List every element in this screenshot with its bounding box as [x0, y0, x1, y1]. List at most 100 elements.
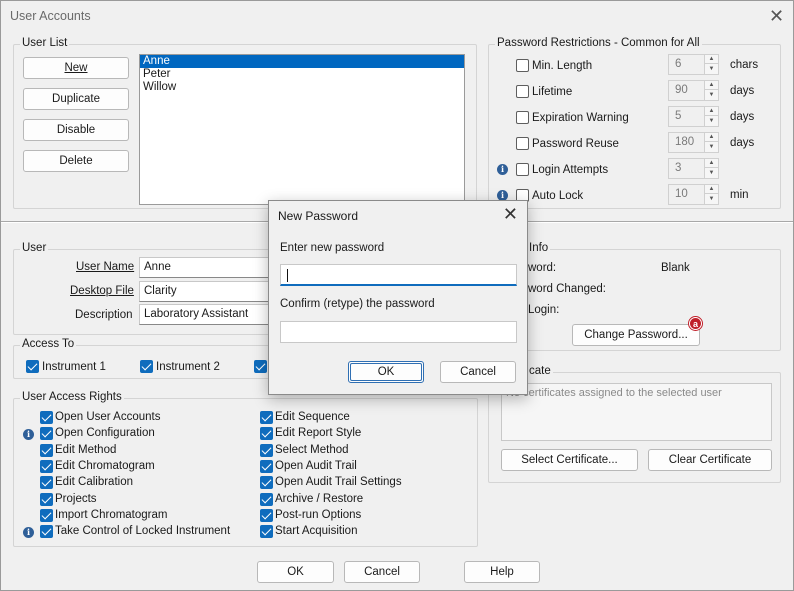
- new-user-button[interactable]: New: [23, 57, 129, 79]
- password-value: Blank: [661, 262, 690, 274]
- desktop-file-field[interactable]: Clarity: [139, 281, 279, 302]
- restriction-value-field[interactable]: 10: [668, 184, 705, 205]
- access-right-checkbox[interactable]: [40, 476, 53, 489]
- delete-user-button[interactable]: Delete: [23, 150, 129, 172]
- last-login-label: Login:: [528, 304, 560, 316]
- select-certificate-button[interactable]: Select Certificate...: [501, 449, 638, 471]
- instrument-2-label: Instrument 2: [156, 361, 220, 373]
- duplicate-user-button[interactable]: Duplicate: [23, 88, 129, 110]
- disable-user-button[interactable]: Disable: [23, 119, 129, 141]
- user-legend: User: [20, 242, 49, 254]
- spin-buttons[interactable]: ▲ ▼: [704, 132, 719, 153]
- user-name-label: User Name: [76, 261, 135, 273]
- spin-up-icon[interactable]: ▲: [705, 107, 718, 116]
- access-rights-legend: User Access Rights: [20, 391, 124, 403]
- access-right-checkbox[interactable]: [260, 493, 273, 506]
- access-right-checkbox[interactable]: [260, 427, 273, 440]
- access-right-checkbox[interactable]: [40, 493, 53, 506]
- description-label: Description: [75, 309, 133, 321]
- spin-up-icon[interactable]: ▲: [705, 159, 718, 168]
- instrument-1-label: Instrument 1: [42, 361, 106, 373]
- access-right-label: Edit Sequence: [275, 411, 350, 423]
- change-password-button[interactable]: Change Password...: [572, 324, 700, 346]
- instrument-2-checkbox[interactable]: [140, 360, 153, 373]
- spin-down-icon[interactable]: ▼: [705, 169, 718, 178]
- access-right-label: Open Configuration: [55, 427, 155, 439]
- access-right-label: Projects: [55, 493, 97, 505]
- access-to-legend: Access To: [20, 338, 77, 350]
- restriction-checkbox[interactable]: [516, 137, 529, 150]
- access-right-checkbox[interactable]: [40, 444, 53, 457]
- description-field[interactable]: Laboratory Assistant: [139, 304, 279, 325]
- restriction-checkbox[interactable]: [516, 163, 529, 176]
- spin-down-icon[interactable]: ▼: [705, 65, 718, 74]
- spin-up-icon[interactable]: ▲: [705, 55, 718, 64]
- instrument-3-checkbox[interactable]: [254, 360, 267, 373]
- restriction-checkbox[interactable]: [516, 59, 529, 72]
- access-right-checkbox[interactable]: [260, 460, 273, 473]
- access-right-checkbox[interactable]: [40, 460, 53, 473]
- restriction-value-field[interactable]: 90: [668, 80, 705, 101]
- access-right-checkbox[interactable]: [260, 411, 273, 424]
- spin-down-icon[interactable]: ▼: [705, 143, 718, 152]
- certificate-list[interactable]: No certificates assigned to the selected…: [501, 383, 772, 441]
- close-icon[interactable]: ✕: [769, 7, 784, 25]
- list-item[interactable]: Willow: [140, 81, 464, 94]
- access-right-checkbox[interactable]: [260, 525, 273, 538]
- restriction-value-field[interactable]: 180: [668, 132, 705, 153]
- spin-buttons[interactable]: ▲ ▼: [704, 106, 719, 127]
- spin-up-icon[interactable]: ▲: [705, 185, 718, 194]
- desktop-file-label: Desktop File: [70, 285, 134, 297]
- dialog-ok-button[interactable]: OK: [348, 361, 424, 383]
- restriction-unit: days: [730, 85, 755, 97]
- new-password-input[interactable]: [280, 264, 517, 286]
- user-listbox[interactable]: Anne Peter Willow: [139, 54, 465, 205]
- dialog-close-icon[interactable]: ✕: [503, 205, 518, 223]
- cancel-button[interactable]: Cancel: [344, 561, 420, 583]
- spin-down-icon[interactable]: ▼: [705, 195, 718, 204]
- spin-buttons[interactable]: ▲ ▼: [704, 54, 719, 75]
- access-right-checkbox[interactable]: [40, 427, 53, 440]
- access-right-checkbox[interactable]: [260, 476, 273, 489]
- list-item[interactable]: Peter: [140, 68, 464, 81]
- spin-up-icon[interactable]: ▲: [705, 81, 718, 90]
- spin-buttons[interactable]: ▲ ▼: [704, 158, 719, 179]
- restriction-label: Auto Lock: [532, 190, 584, 202]
- access-right-checkbox[interactable]: [40, 411, 53, 424]
- access-right-checkbox[interactable]: [260, 509, 273, 522]
- spin-buttons[interactable]: ▲ ▼: [704, 80, 719, 101]
- spin-up-icon[interactable]: ▲: [705, 133, 718, 142]
- info-icon: i: [23, 527, 34, 538]
- title-bar: User Accounts ✕: [1, 1, 793, 33]
- access-right-checkbox[interactable]: [40, 525, 53, 538]
- confirm-password-input[interactable]: [280, 321, 517, 343]
- access-right-label: Post-run Options: [275, 509, 362, 521]
- ok-button[interactable]: OK: [257, 561, 334, 583]
- new-password-dialog: New Password ✕ Enter new password Confir…: [268, 200, 528, 395]
- spin-down-icon[interactable]: ▼: [705, 117, 718, 126]
- access-right-label: Open Audit Trail: [275, 460, 357, 472]
- spin-down-icon[interactable]: ▼: [705, 91, 718, 100]
- restriction-unit: chars: [730, 59, 759, 71]
- window-title: User Accounts: [10, 9, 91, 23]
- user-accounts-window: User Accounts ✕ User List New Duplicate …: [0, 0, 794, 591]
- access-right-label: Start Acquisition: [275, 525, 358, 537]
- restriction-value-field[interactable]: 3: [668, 158, 705, 179]
- instrument-1-checkbox[interactable]: [26, 360, 39, 373]
- restriction-value-field[interactable]: 6: [668, 54, 705, 75]
- access-right-label: Edit Method: [55, 444, 117, 456]
- spin-buttons[interactable]: ▲ ▼: [704, 184, 719, 205]
- help-button[interactable]: Help: [464, 561, 540, 583]
- password-changed-label: word Changed:: [528, 283, 606, 295]
- restriction-checkbox[interactable]: [516, 111, 529, 124]
- access-right-label: Import Chromatogram: [55, 509, 168, 521]
- list-item[interactable]: Anne: [140, 55, 464, 68]
- restriction-checkbox[interactable]: [516, 85, 529, 98]
- clear-certificate-button[interactable]: Clear Certificate: [648, 449, 772, 471]
- access-right-checkbox[interactable]: [40, 509, 53, 522]
- user-name-field[interactable]: Anne: [139, 257, 279, 278]
- restriction-value-field[interactable]: 5: [668, 106, 705, 127]
- access-right-checkbox[interactable]: [260, 444, 273, 457]
- access-right-label: Open Audit Trail Settings: [275, 476, 402, 488]
- dialog-cancel-button[interactable]: Cancel: [440, 361, 516, 383]
